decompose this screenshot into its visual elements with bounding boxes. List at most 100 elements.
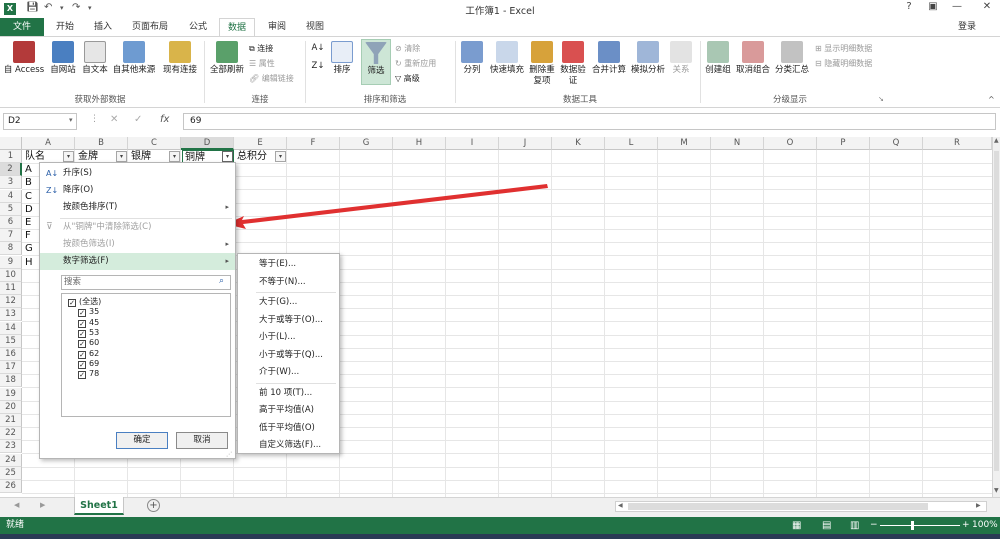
zoom-level[interactable]: 100%: [972, 517, 998, 534]
tab-data[interactable]: 数据: [219, 18, 256, 37]
column-header[interactable]: E: [234, 137, 287, 150]
filter-dropdown-silver[interactable]: ▾: [169, 151, 180, 162]
hide-detail-button[interactable]: ⊟ 隐藏明细数据: [815, 57, 872, 70]
team-cell[interactable]: B: [23, 176, 39, 189]
connections-button[interactable]: ⧉ 连接: [249, 42, 273, 55]
number-filter-option[interactable]: 不等于(N)...: [238, 274, 339, 292]
row-header[interactable]: 12: [0, 295, 22, 309]
zoom-slider[interactable]: [880, 525, 960, 526]
row-header[interactable]: 11: [0, 282, 22, 296]
zoom-in-icon[interactable]: +: [962, 517, 970, 534]
row-header[interactable]: 24: [0, 453, 22, 467]
select-all-checkbox[interactable]: ✓ (全选): [68, 297, 101, 307]
row-header[interactable]: 18: [0, 374, 22, 388]
row-header[interactable]: 23: [0, 440, 22, 454]
column-header[interactable]: L: [605, 137, 658, 150]
horizontal-scrollbar[interactable]: ◀ ▶: [615, 501, 987, 512]
prev-sheet-icon[interactable]: ◀: [14, 501, 19, 509]
show-detail-button[interactable]: ⊞ 显示明细数据: [815, 42, 872, 55]
scroll-thumb[interactable]: [994, 151, 999, 471]
column-header[interactable]: B: [75, 137, 128, 150]
value-checkbox[interactable]: ✓ 78: [78, 369, 99, 380]
ok-button[interactable]: 确定: [116, 432, 168, 449]
column-header[interactable]: N: [711, 137, 764, 150]
tab-review[interactable]: 审阅: [260, 18, 294, 36]
team-cell[interactable]: A: [23, 163, 39, 176]
row-header[interactable]: 7: [0, 229, 22, 243]
row-header[interactable]: 1: [0, 150, 22, 164]
formula-input[interactable]: 69: [183, 113, 996, 130]
filter-dropdown-gold[interactable]: ▾: [116, 151, 127, 162]
column-header[interactable]: F: [287, 137, 340, 150]
from-text-button[interactable]: 自文本: [80, 41, 110, 76]
resize-grip-icon[interactable]: ⋰: [226, 451, 232, 458]
row-header[interactable]: 19: [0, 387, 22, 401]
filter-button[interactable]: 筛选: [361, 39, 391, 85]
existing-connections-button[interactable]: 现有连接: [160, 41, 200, 76]
row-header[interactable]: 9: [0, 255, 22, 269]
row-header[interactable]: 5: [0, 202, 22, 216]
value-checkbox[interactable]: ✓ 62: [78, 349, 99, 359]
filter-dropdown-total[interactable]: ▾: [275, 151, 286, 162]
column-header[interactable]: H: [393, 137, 446, 150]
scroll-right-icon[interactable]: ▶: [976, 502, 981, 509]
number-filter-option[interactable]: 介于(W)...: [238, 364, 339, 382]
remove-duplicates-button[interactable]: 删除重复项: [527, 41, 557, 87]
value-checkbox[interactable]: ✓ 60: [78, 338, 99, 349]
row-header[interactable]: 20: [0, 400, 22, 414]
number-filter-option[interactable]: 低于平均值(O): [238, 420, 339, 438]
row-header[interactable]: 15: [0, 334, 22, 348]
menu-sort-by-color[interactable]: 按颜色排序(T) ▸: [40, 199, 235, 216]
menu-number-filters[interactable]: 数字筛选(F) ▸: [40, 253, 235, 270]
name-box-dropdown-icon[interactable]: ▾: [69, 116, 73, 124]
sort-descending-icon[interactable]: Z↓: [309, 61, 327, 72]
column-header[interactable]: A: [22, 137, 75, 150]
number-filter-option[interactable]: 小于(L)...: [238, 329, 339, 347]
menu-sort-ascending[interactable]: A↓ 升序(S): [40, 165, 235, 182]
flash-fill-button[interactable]: 快速填充: [487, 41, 527, 76]
minimize-button[interactable]: —: [946, 1, 968, 16]
column-header[interactable]: D: [181, 137, 234, 150]
name-box[interactable]: D2: [3, 113, 77, 130]
page-break-view-icon[interactable]: ▥: [850, 517, 859, 534]
ungroup-button[interactable]: 取消组合: [734, 41, 772, 76]
sort-ascending-icon[interactable]: A↓: [309, 43, 327, 54]
collapse-ribbon-icon[interactable]: ^: [988, 95, 995, 104]
properties-button[interactable]: ☰ 属性: [249, 57, 275, 70]
edit-links-button[interactable]: 🔗︎ 编辑链接: [249, 72, 294, 85]
insert-function-icon[interactable]: fx: [160, 114, 169, 125]
zoom-out-icon[interactable]: −: [870, 517, 878, 534]
row-header[interactable]: 21: [0, 414, 22, 428]
refresh-all-button[interactable]: 全部刷新: [207, 41, 247, 76]
column-header[interactable]: K: [552, 137, 605, 150]
next-sheet-icon[interactable]: ▶: [40, 501, 45, 509]
scroll-left-icon[interactable]: ◀: [618, 502, 623, 509]
group-button[interactable]: 创建组: [703, 41, 733, 76]
add-sheet-icon[interactable]: +: [147, 499, 160, 512]
hscroll-thumb[interactable]: [628, 503, 928, 510]
from-other-sources-button[interactable]: 自其他来源: [110, 41, 158, 76]
normal-view-icon[interactable]: ▦: [792, 517, 801, 534]
row-header[interactable]: 8: [0, 242, 22, 256]
team-cell[interactable]: C: [23, 190, 39, 203]
row-header[interactable]: 14: [0, 321, 22, 335]
tab-home[interactable]: 开始: [48, 18, 82, 36]
filter-value-list[interactable]: ✓ (全选) ✓ 35 ✓ 45 ✓ 53 ✓ 60 ✓ 62 ✓ 69 ✓ 78: [61, 293, 231, 417]
column-header[interactable]: Q: [870, 137, 923, 150]
signin-link[interactable]: 登录: [950, 18, 984, 36]
value-checkbox[interactable]: ✓ 53: [78, 328, 99, 338]
team-cell[interactable]: D: [23, 203, 39, 216]
reapply-button[interactable]: ↻ 重新应用: [395, 57, 436, 70]
team-cell[interactable]: G: [23, 242, 39, 255]
vertical-scrollbar[interactable]: ▲ ▼: [992, 137, 1000, 497]
team-cell[interactable]: H: [23, 256, 39, 269]
from-access-button[interactable]: 自 Access: [3, 41, 45, 76]
number-filter-option[interactable]: 前 10 项(T)...: [238, 385, 339, 403]
sheet-tab-sheet1[interactable]: Sheet1: [74, 497, 124, 515]
row-header[interactable]: 26: [0, 480, 22, 494]
row-header[interactable]: 2: [0, 163, 22, 177]
tab-file[interactable]: 文件: [0, 18, 44, 36]
zoom-slider-thumb[interactable]: [911, 521, 914, 530]
value-checkbox[interactable]: ✓ 69: [78, 359, 99, 369]
row-header[interactable]: 16: [0, 348, 22, 362]
